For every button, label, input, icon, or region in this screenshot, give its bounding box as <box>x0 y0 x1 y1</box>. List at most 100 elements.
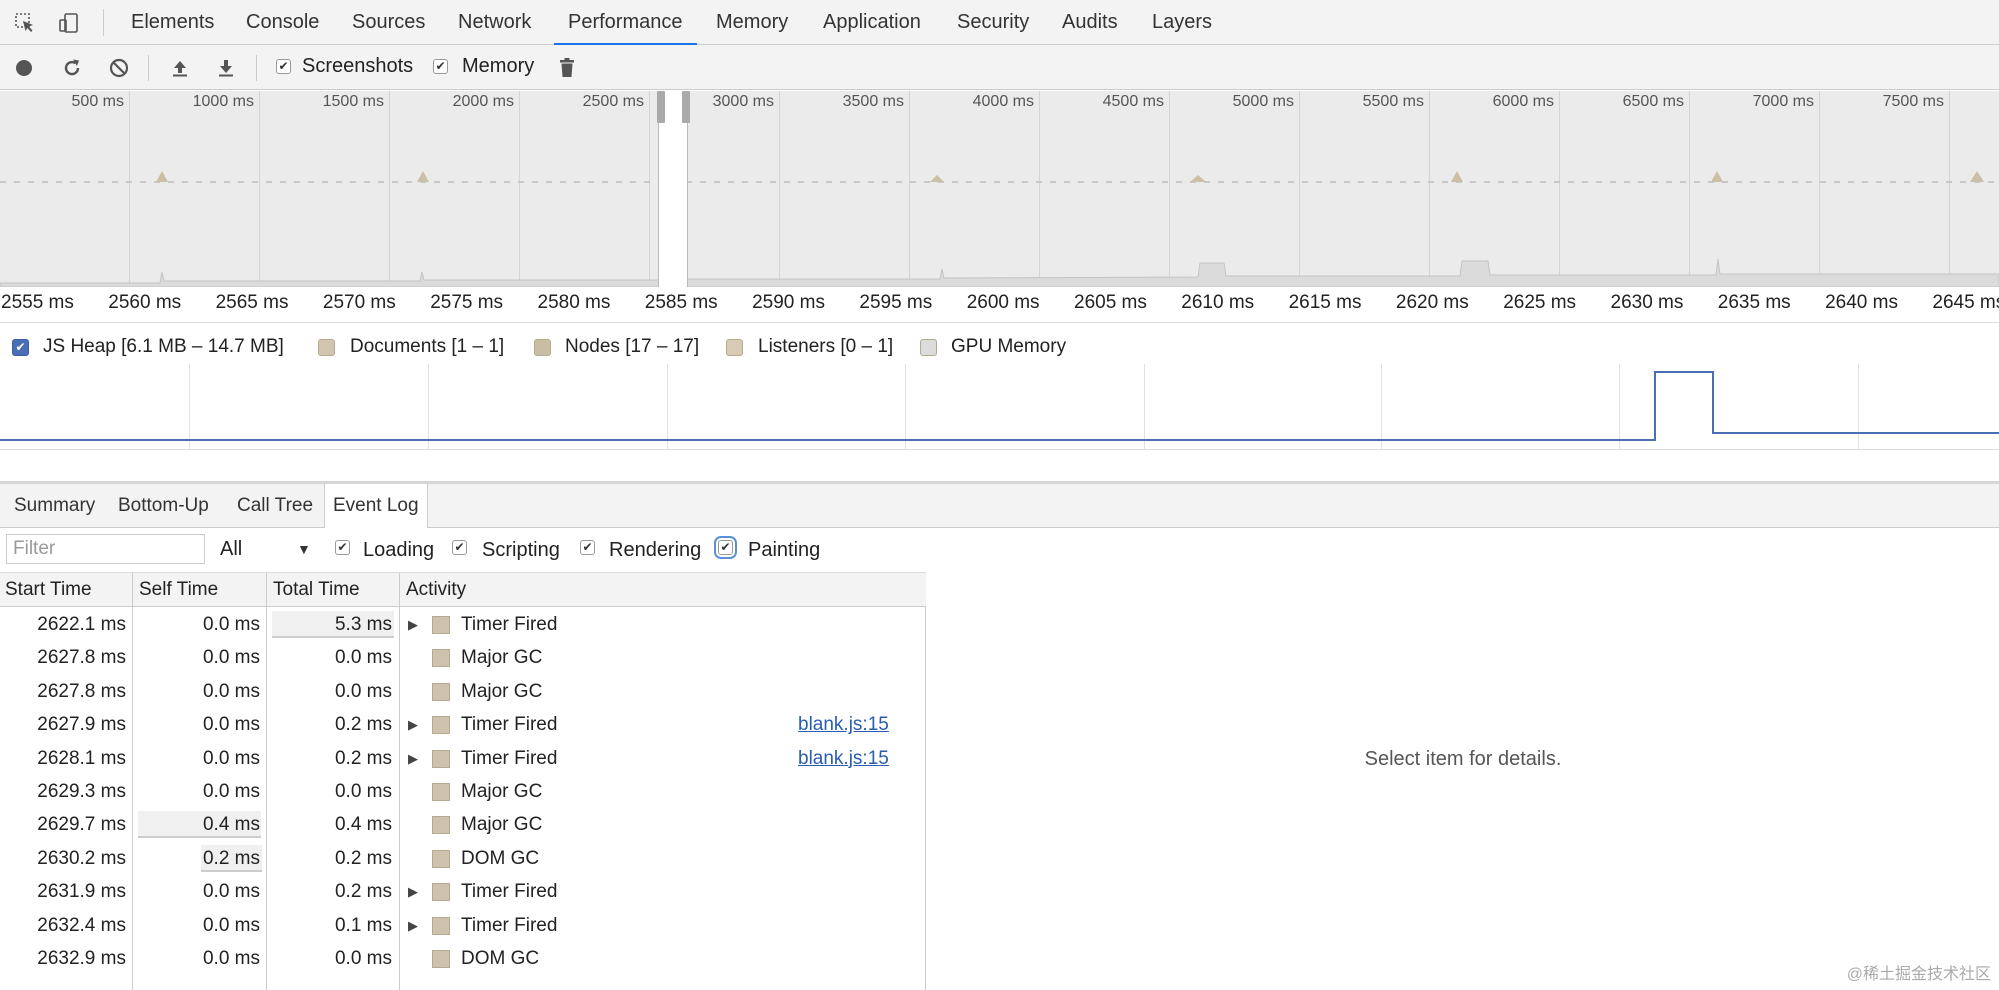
column-activity[interactable]: Activity <box>401 573 466 607</box>
event-log-row[interactable]: 2629.7 ms 0.4 ms 0.4 ms Major GC <box>0 808 926 841</box>
event-log-row[interactable]: 2632.4 ms 0.0 ms 0.1 ms ▶ Timer Fired <box>0 909 926 942</box>
time-ruler: 2555 ms 2560 ms 2565 ms 2570 ms 2575 ms 2580 … <box>0 287 1999 323</box>
screenshots-label: Screenshots <box>302 55 414 77</box>
dropdown-arrow-icon[interactable]: ▼ <box>297 541 311 557</box>
self-time-cell: 0.0 ms <box>202 647 260 669</box>
event-log-row[interactable]: 2628.1 ms 0.0 ms 0.2 ms ▶ Timer Fired blank.j… <box>0 742 926 775</box>
tab-sources[interactable]: Sources <box>350 0 427 45</box>
tab-security[interactable]: Security <box>955 0 1031 45</box>
event-log-row[interactable]: 2629.3 ms 0.0 ms 0.0 ms Major GC <box>0 775 926 808</box>
device-toolbar-icon[interactable] <box>56 10 82 36</box>
counter-label[interactable]: JS Heap [6.1 MB – 14.7 MB] <box>43 336 284 358</box>
tab-call-tree[interactable]: Call Tree <box>229 484 321 528</box>
tab-performance[interactable]: Performance <box>554 0 696 45</box>
self-time-cell: 0.4 ms <box>202 814 260 836</box>
event-log-row[interactable]: 2632.9 ms 0.0 ms 0.0 ms DOM GC <box>0 942 926 975</box>
expand-arrow-icon[interactable]: ▶ <box>408 608 418 641</box>
total-time-cell: 5.3 ms <box>334 614 392 635</box>
category-color-swatch <box>432 616 450 634</box>
column-self-time[interactable]: Self Time <box>134 573 218 607</box>
filter-painting-checkbox[interactable]: ✔ <box>714 536 737 559</box>
start-time-cell: 2630.2 ms <box>37 847 126 869</box>
event-log-row[interactable]: 2631.9 ms 0.0 ms 0.2 ms ▶ Timer Fired <box>0 875 926 908</box>
toolbar-separator <box>148 55 149 81</box>
event-log-row[interactable]: 2627.9 ms 0.0 ms 0.2 ms ▶ Timer Fired blank.j… <box>0 708 926 741</box>
self-time-cell: 0.0 ms <box>202 747 260 769</box>
trash-icon[interactable] <box>553 54 581 82</box>
ruler-tick-label: 2635 ms <box>1717 292 1791 313</box>
ruler-tick-label: 2555 ms <box>1 292 74 313</box>
tab-layers[interactable]: Layers <box>1150 0 1214 45</box>
counter-label[interactable]: Documents [1 – 1] <box>350 336 504 358</box>
filter-rendering-label: Rendering <box>609 539 702 561</box>
overview-activity-graph <box>0 171 1999 287</box>
category-color-swatch <box>432 749 450 768</box>
event-log-filter-bar: All ▼ ✔ Loading ✔ Scripting ✔ Rendering ✔ Paint… <box>0 528 926 573</box>
start-time-cell: 2627.9 ms <box>37 714 126 736</box>
tab-network[interactable]: Network <box>456 0 533 45</box>
screenshots-checkbox[interactable]: ✔ <box>276 59 291 74</box>
inspect-element-icon[interactable] <box>12 10 38 36</box>
reload-icon[interactable] <box>58 54 86 82</box>
start-time-cell: 2628.1 ms <box>37 747 126 769</box>
activity-name: Major GC <box>461 647 543 669</box>
activity-name: Major GC <box>461 680 543 702</box>
counter-label[interactable]: Nodes [17 – 17] <box>565 336 699 358</box>
duration-filter-select[interactable]: All <box>220 538 242 561</box>
counter-checkbox[interactable] <box>318 339 335 356</box>
start-time-cell: 2627.8 ms <box>37 680 126 702</box>
tab-application[interactable]: Application <box>821 0 923 45</box>
memory-counter-graph <box>0 364 1999 450</box>
self-time-cell: 0.0 ms <box>202 914 260 936</box>
counter-checkbox[interactable] <box>534 339 551 356</box>
start-time-cell: 2632.4 ms <box>37 914 126 936</box>
activity-name: Timer Fired <box>461 747 558 769</box>
column-start-time[interactable]: Start Time <box>0 573 92 607</box>
source-link[interactable]: blank.js:15 <box>798 708 889 741</box>
expand-arrow-icon[interactable]: ▶ <box>408 708 418 741</box>
upload-icon[interactable] <box>166 54 194 82</box>
selection-handle-right[interactable] <box>682 91 690 123</box>
total-time-cell: 0.0 ms <box>334 647 392 669</box>
details-panel: Select item for details. <box>927 528 1999 990</box>
counter-label[interactable]: Listeners [0 – 1] <box>758 336 893 358</box>
clear-icon[interactable] <box>105 54 133 82</box>
filter-loading-checkbox[interactable]: ✔ <box>335 540 350 555</box>
selection-handle-left[interactable] <box>657 91 665 123</box>
event-log-row[interactable]: 2622.1 ms 0.0 ms 5.3 ms ▶ Timer Fired <box>0 608 926 641</box>
filter-input[interactable] <box>6 534 205 564</box>
expand-arrow-icon[interactable]: ▶ <box>408 742 418 775</box>
ruler-tick-label: 2585 ms <box>644 292 718 313</box>
details-placeholder: Select item for details. <box>1364 748 1562 770</box>
activity-name: Timer Fired <box>461 714 558 736</box>
category-color-swatch <box>432 716 450 735</box>
record-icon[interactable] <box>10 54 38 82</box>
category-color-swatch <box>432 649 450 668</box>
memory-checkbox[interactable]: ✔ <box>433 59 448 74</box>
filter-scripting-label: Scripting <box>482 539 560 561</box>
tab-memory[interactable]: Memory <box>714 0 790 45</box>
counter-checkbox[interactable]: ✔ <box>12 339 29 356</box>
tab-bottom-up[interactable]: Bottom-Up <box>110 484 217 528</box>
column-total-time[interactable]: Total Time <box>268 573 360 607</box>
expand-arrow-icon[interactable]: ▶ <box>408 909 418 942</box>
timeline-overview[interactable]: 500 ms 1000 ms 1500 ms 2000 ms 2500 ms 3000 m… <box>0 91 1999 287</box>
source-link[interactable]: blank.js:15 <box>798 742 889 775</box>
counter-label[interactable]: GPU Memory <box>951 336 1066 358</box>
tab-summary[interactable]: Summary <box>6 484 103 528</box>
counter-checkbox[interactable] <box>920 339 937 356</box>
expand-arrow-icon[interactable]: ▶ <box>408 875 418 908</box>
tab-elements[interactable]: Elements <box>129 0 216 45</box>
ruler-tick-label: 2565 ms <box>215 292 289 313</box>
filter-rendering-checkbox[interactable]: ✔ <box>580 540 595 555</box>
tab-console[interactable]: Console <box>244 0 321 45</box>
event-log-row[interactable]: 2630.2 ms 0.2 ms 0.2 ms DOM GC <box>0 842 926 875</box>
event-log-row[interactable]: 2627.8 ms 0.0 ms 0.0 ms Major GC <box>0 675 926 708</box>
event-log-row[interactable]: 2627.8 ms 0.0 ms 0.0 ms Major GC <box>0 641 926 674</box>
filter-scripting-checkbox[interactable]: ✔ <box>452 540 467 555</box>
counter-checkbox[interactable] <box>726 339 743 356</box>
download-icon[interactable] <box>212 54 240 82</box>
tab-event-log[interactable]: Event Log <box>324 484 428 529</box>
tab-audits[interactable]: Audits <box>1060 0 1120 45</box>
ruler-tick-label: 2640 ms <box>1825 292 1898 313</box>
